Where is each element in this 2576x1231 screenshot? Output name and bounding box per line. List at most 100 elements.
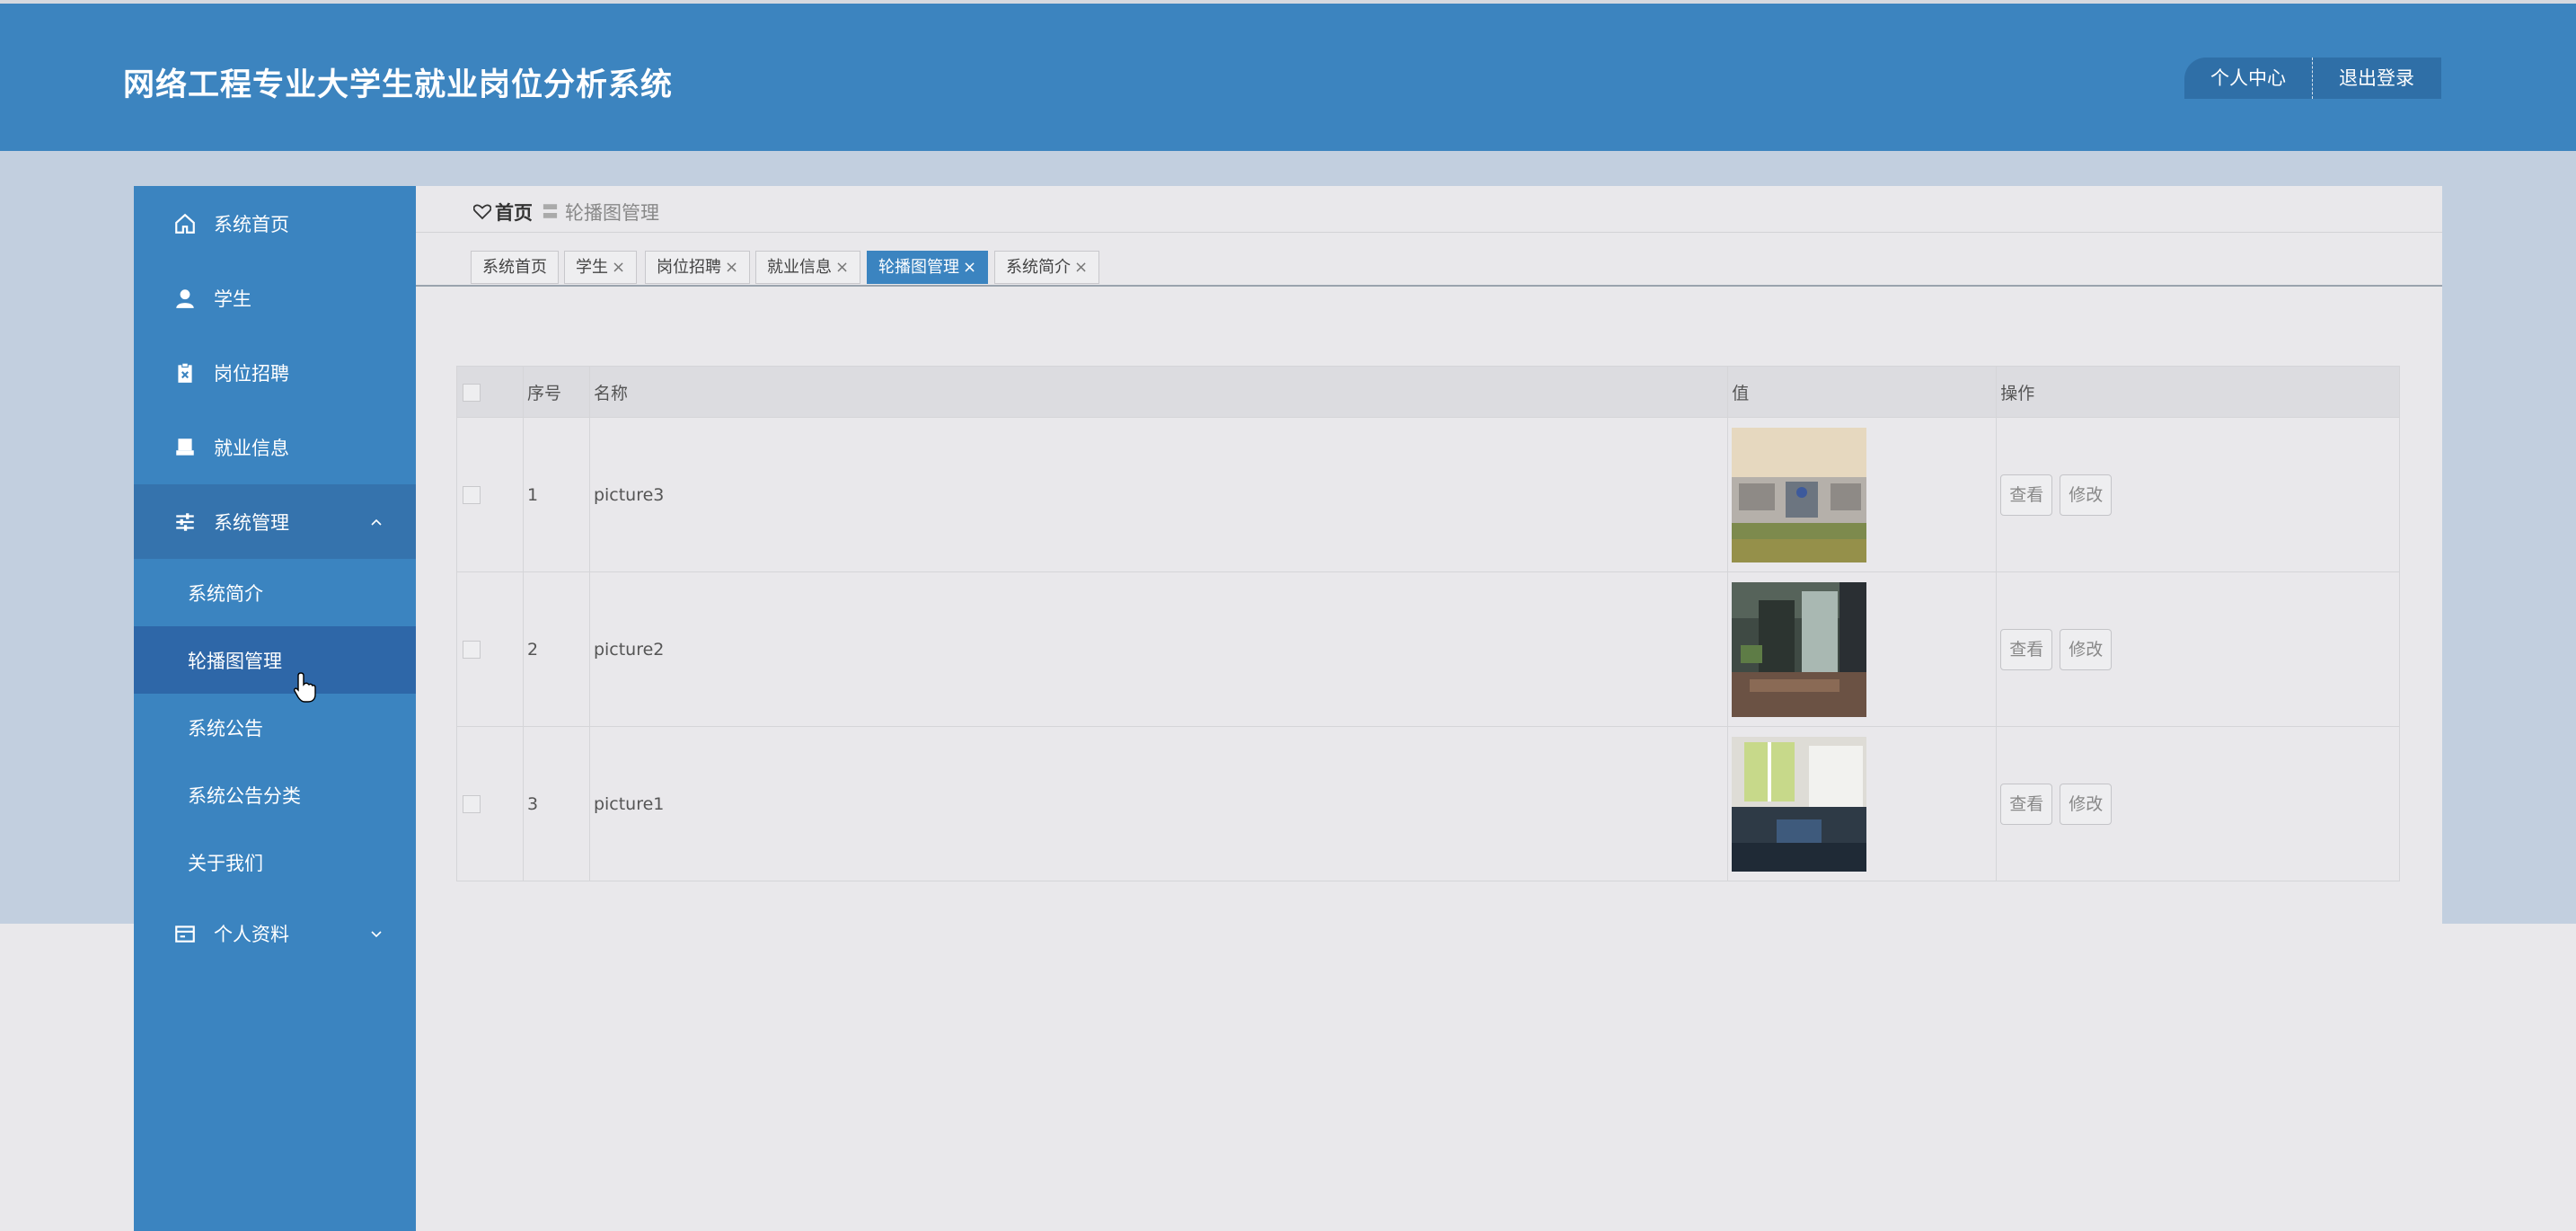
content-panel: 序号 名称 值 操作 1 picture3 查看 修改 2 picture2 查… (416, 287, 2442, 1231)
row-select-cell (456, 726, 524, 881)
row-checkbox[interactable] (463, 641, 481, 659)
submenu-item-system-intro[interactable]: 系统简介 (134, 559, 416, 626)
tab-jobs[interactable]: 岗位招聘 × (645, 251, 751, 284)
row-value (1727, 726, 1998, 881)
carousel-thumbnail-building (1732, 427, 1867, 562)
submenu-item-announcement[interactable]: 系统公告 (134, 694, 416, 761)
carousel-thumbnail-lobby (1732, 581, 1867, 717)
row-name: picture1 (588, 726, 1729, 881)
clipboard-icon (178, 362, 192, 383)
carousel-table: 序号 名称 值 操作 1 picture3 查看 修改 2 picture2 查… (456, 366, 2400, 881)
row-value (1727, 571, 1998, 727)
tab-employment[interactable]: 就业信息 × (755, 251, 861, 284)
sidebar-item-students[interactable]: 学生 (134, 261, 416, 335)
row-value (1727, 417, 1998, 572)
edit-button[interactable]: 修改 (2060, 628, 2113, 670)
edit-button[interactable]: 修改 (2060, 783, 2113, 825)
tab-system-home[interactable]: 系统首页 (471, 251, 559, 284)
submenu-item-label: 系统公告 (188, 717, 263, 739)
tab-label: 岗位招聘 (657, 258, 721, 277)
app-header: 网络工程专业大学生就业岗位分析系统 个人中心 退出登录 (0, 4, 2576, 151)
submenu-item-label: 系统简介 (188, 582, 263, 605)
submenu-item-announcement-category[interactable]: 系统公告分类 (134, 761, 416, 828)
row-actions: 查看 修改 (1996, 726, 2400, 881)
breadcrumb-home[interactable]: 首页 (473, 199, 533, 226)
sidebar-item-system-management[interactable]: 系统管理 (134, 484, 416, 559)
sidebar-item-label: 岗位招聘 (214, 362, 289, 385)
home-icon (175, 213, 195, 234)
row-actions: 查看 修改 (1996, 571, 2400, 727)
submenu-item-about-us[interactable]: 关于我们 (134, 828, 416, 896)
sidebar-item-label: 学生 (214, 288, 251, 310)
sidebar-item-label: 系统管理 (214, 511, 289, 534)
row-select-cell (456, 571, 524, 727)
edit-button[interactable]: 修改 (2060, 474, 2113, 516)
app-title: 网络工程专业大学生就业岗位分析系统 (123, 67, 674, 103)
row-checkbox[interactable] (463, 486, 481, 504)
row-name: picture3 (588, 417, 1729, 572)
hand-cursor-icon (294, 672, 316, 703)
view-button[interactable]: 查看 (2000, 783, 2053, 825)
submenu-item-label: 轮播图管理 (188, 650, 282, 672)
column-header-name: 名称 (588, 366, 1729, 418)
row-checkbox[interactable] (463, 795, 481, 813)
tab-label: 轮播图管理 (878, 258, 959, 277)
table-header-row: 序号 名称 值 操作 (456, 366, 2400, 418)
sliders-icon (176, 512, 194, 531)
view-button[interactable]: 查看 (2000, 628, 2053, 670)
row-index: 2 (522, 571, 590, 727)
sidebar-item-jobs[interactable]: 岗位招聘 (134, 335, 416, 410)
view-button[interactable]: 查看 (2000, 474, 2053, 516)
card-icon (175, 925, 195, 943)
submenu-item-label: 系统公告分类 (188, 784, 301, 807)
printer-icon (176, 438, 194, 456)
header-divider (2312, 58, 2313, 99)
carousel-thumbnail-classroom (1732, 736, 1867, 872)
sidebar-item-label: 就业信息 (214, 437, 289, 459)
row-actions: 查看 修改 (1996, 417, 2400, 572)
heart-icon (473, 204, 491, 220)
row-select-cell (456, 417, 524, 572)
header-actions: 个人中心 退出登录 (2184, 58, 2441, 99)
select-all-checkbox[interactable] (463, 383, 481, 402)
select-all-cell (456, 366, 524, 418)
column-header-value: 值 (1727, 366, 1998, 418)
column-header-actions: 操作 (1996, 366, 2400, 418)
tab-label: 系统简介 (1006, 258, 1071, 277)
row-index: 1 (522, 417, 590, 572)
main-area: 首页 〓 轮播图管理 系统首页 学生 × 岗位招聘 × 就业信息 × 轮播图管理 × 系… (416, 186, 2442, 1231)
logout-button[interactable]: 退出登录 (2313, 58, 2440, 99)
breadcrumb-home-label: 首页 (495, 202, 533, 224)
chevron-down-icon (371, 930, 382, 937)
user-icon (176, 288, 194, 308)
row-index: 3 (522, 726, 590, 881)
sidebar: 系统首页 学生 岗位招聘 就业信息 系统管理 系统简介 轮播图管理 系统公告 系… (134, 186, 416, 1231)
tab-bar: 系统首页 学生 × 岗位招聘 × 就业信息 × 轮播图管理 × 系统简介 × (416, 233, 2442, 287)
breadcrumb-separator: 〓 (542, 202, 560, 222)
close-icon[interactable]: × (835, 258, 849, 277)
tab-label: 系统首页 (482, 258, 547, 277)
close-icon[interactable]: × (725, 258, 738, 277)
close-icon[interactable]: × (612, 258, 625, 277)
close-icon[interactable]: × (963, 258, 976, 277)
tab-label: 就业信息 (767, 258, 832, 277)
close-icon[interactable]: × (1074, 258, 1088, 277)
sidebar-item-employment[interactable]: 就业信息 (134, 410, 416, 484)
sidebar-item-profile[interactable]: 个人资料 (134, 896, 416, 970)
submenu-item-carousel-management[interactable]: 轮播图管理 (134, 626, 416, 694)
breadcrumb-current: 轮播图管理 (565, 202, 659, 224)
sidebar-item-label: 系统首页 (214, 213, 289, 235)
user-center-button[interactable]: 个人中心 (2184, 58, 2312, 99)
submenu-item-label: 关于我们 (188, 852, 263, 874)
sidebar-item-home[interactable]: 系统首页 (134, 186, 416, 261)
tab-carousel-management[interactable]: 轮播图管理 × (867, 251, 989, 284)
chevron-up-icon (371, 518, 382, 526)
table-row: 2 picture2 查看 修改 (456, 571, 2400, 727)
breadcrumb: 首页 〓 轮播图管理 (416, 186, 2442, 233)
column-header-index: 序号 (522, 366, 590, 418)
tab-students[interactable]: 学生 × (564, 251, 638, 284)
table-row: 3 picture1 查看修改 (456, 726, 2400, 881)
table-row: 1 picture3 查看 修改 (456, 417, 2400, 572)
sidebar-item-label: 个人资料 (214, 923, 289, 945)
tab-system-intro[interactable]: 系统简介 × (994, 251, 1100, 284)
